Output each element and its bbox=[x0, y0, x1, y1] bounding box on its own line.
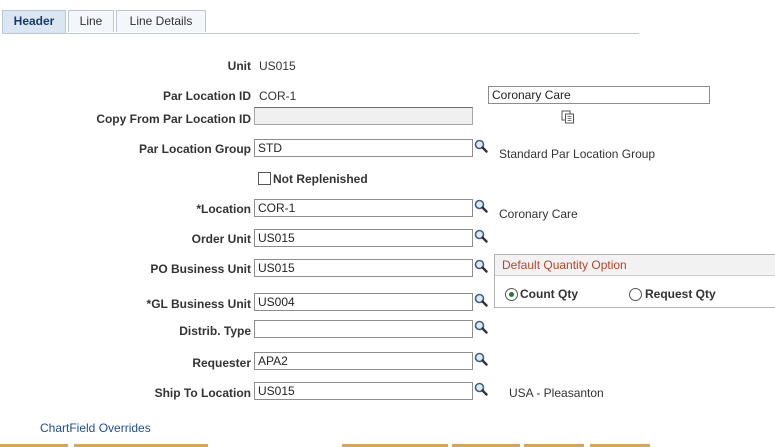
magnifier-icon[interactable] bbox=[474, 259, 488, 273]
count-qty-label: Count Qty bbox=[520, 287, 578, 301]
radio-selected-dot bbox=[509, 292, 514, 297]
unit-label: Unit bbox=[227, 59, 251, 73]
location-field[interactable]: COR-1 bbox=[254, 199, 473, 217]
ship-to-location-description: USA - Pleasanton bbox=[509, 386, 604, 400]
tab-line-details-label: Line Details bbox=[129, 14, 193, 28]
copy-from-field[interactable] bbox=[254, 107, 473, 125]
location-description: Coronary Care bbox=[499, 207, 578, 221]
magnifier-icon[interactable] bbox=[474, 199, 488, 213]
par-location-description-field[interactable]: Coronary Care bbox=[488, 86, 710, 104]
requester-field[interactable]: APA2 bbox=[254, 352, 473, 370]
request-qty-label: Request Qty bbox=[645, 287, 716, 301]
distrib-type-field[interactable] bbox=[254, 320, 473, 338]
po-business-unit-field[interactable]: US015 bbox=[254, 259, 473, 277]
order-unit-field[interactable]: US015 bbox=[254, 229, 473, 247]
order-unit-label: Order Unit bbox=[191, 232, 251, 246]
not-replenished-checkbox[interactable] bbox=[258, 172, 271, 185]
tab-line-label: Line bbox=[79, 14, 103, 28]
magnifier-icon[interactable] bbox=[474, 352, 488, 366]
magnifier-icon[interactable] bbox=[474, 139, 488, 153]
default-quantity-option-group: Default Quantity Option Count Qty Reques… bbox=[494, 254, 775, 308]
chartfield-overrides-link[interactable]: ChartField Overrides bbox=[40, 421, 151, 435]
tab-divider bbox=[2, 33, 639, 34]
copy-icon[interactable] bbox=[561, 110, 575, 124]
request-qty-radio[interactable] bbox=[629, 288, 642, 301]
magnifier-icon[interactable] bbox=[474, 320, 488, 334]
ship-to-location-field[interactable]: US015 bbox=[254, 382, 473, 400]
tab-line-details[interactable]: Line Details bbox=[116, 10, 206, 32]
distrib-type-label: Distrib. Type bbox=[179, 324, 251, 338]
par-location-group-field[interactable]: STD bbox=[254, 139, 473, 157]
magnifier-icon[interactable] bbox=[474, 229, 488, 243]
par-location-group-description: Standard Par Location Group bbox=[499, 147, 656, 161]
gl-business-unit-label: *GL Business Unit bbox=[146, 297, 251, 311]
par-location-id-label: Par Location ID bbox=[162, 89, 251, 103]
par-location-group-label: Par Location Group bbox=[138, 142, 251, 156]
default-quantity-option-title: Default Quantity Option bbox=[495, 255, 775, 276]
tab-header[interactable]: Header bbox=[2, 10, 66, 33]
tab-header-label: Header bbox=[13, 14, 55, 28]
par-location-id-value: COR-1 bbox=[259, 89, 297, 103]
magnifier-icon[interactable] bbox=[474, 382, 488, 396]
location-label: *Location bbox=[196, 202, 251, 216]
count-qty-radio[interactable] bbox=[505, 288, 518, 301]
copy-from-label: Copy From Par Location ID bbox=[96, 112, 251, 126]
magnifier-icon[interactable] bbox=[474, 293, 488, 307]
unit-value: US015 bbox=[259, 59, 296, 73]
po-business-unit-label: PO Business Unit bbox=[150, 262, 251, 276]
tab-line[interactable]: Line bbox=[68, 10, 114, 32]
not-replenished-label: Not Replenished bbox=[273, 172, 368, 186]
gl-business-unit-field[interactable]: US004 bbox=[254, 293, 473, 311]
ship-to-location-label: Ship To Location bbox=[154, 386, 251, 400]
requester-label: Requester bbox=[192, 356, 251, 370]
